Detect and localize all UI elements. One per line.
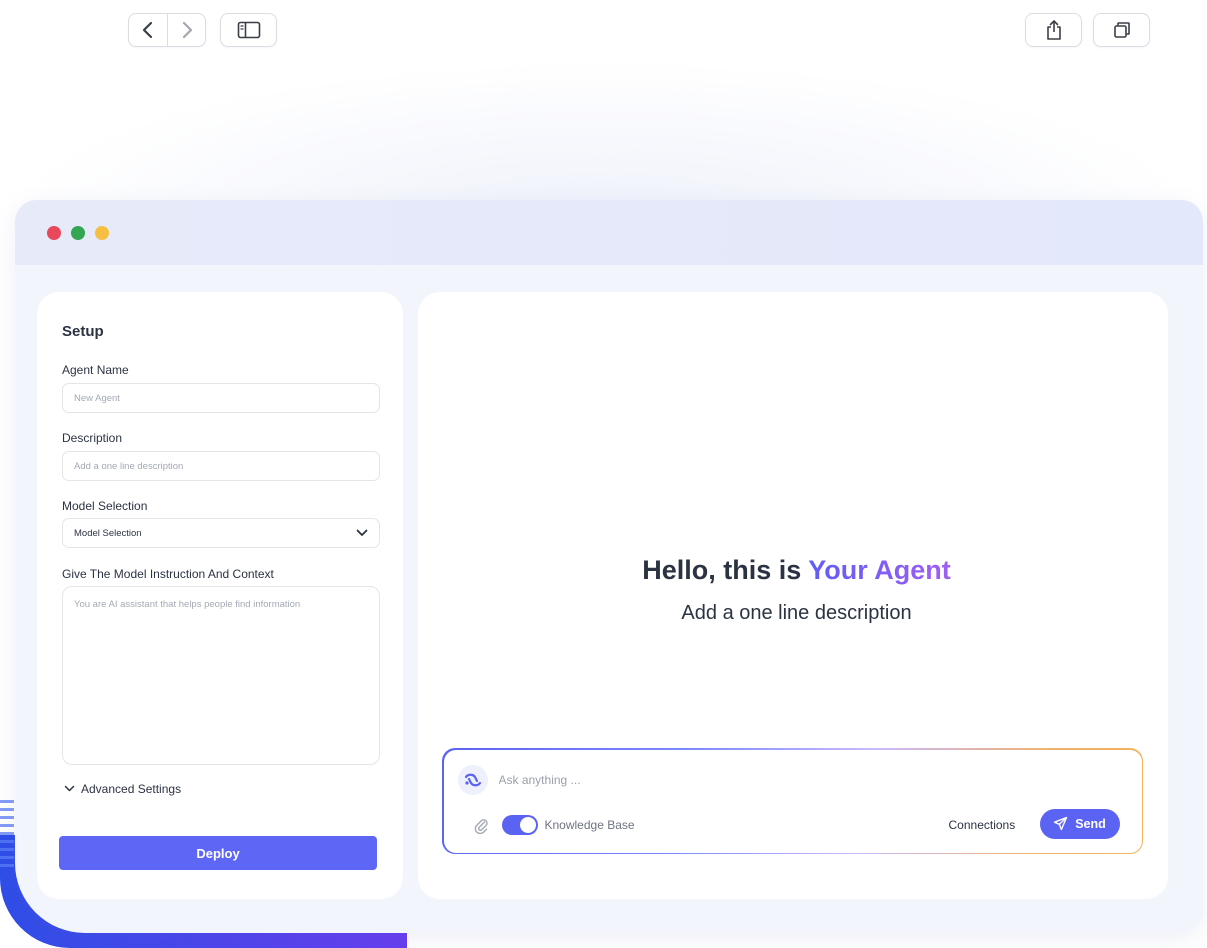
agent-logo-icon xyxy=(464,773,481,786)
knowledge-base-label: Knowledge Base xyxy=(544,817,635,832)
sidebar-toggle-icon xyxy=(237,21,260,39)
sidebar-toggle-button[interactable] xyxy=(220,13,277,47)
forward-button[interactable] xyxy=(167,14,205,46)
advanced-settings-label: Advanced Settings xyxy=(81,782,182,796)
window-titlebar xyxy=(15,200,1203,265)
send-label: Send xyxy=(1075,816,1106,831)
back-button[interactable] xyxy=(129,14,167,46)
window-close-button[interactable] xyxy=(47,225,61,240)
knowledge-base-toggle[interactable] xyxy=(501,814,538,835)
setup-panel: Setup Agent Name Description Model Selec… xyxy=(37,292,403,899)
attach-button[interactable] xyxy=(472,814,490,836)
agent-description: Add a one line description xyxy=(681,602,912,624)
share-button[interactable] xyxy=(1025,13,1082,47)
tabs-overview-button[interactable] xyxy=(1093,13,1150,47)
instructions-label: Give The Model Instruction And Context xyxy=(62,567,274,581)
ask-input[interactable] xyxy=(498,766,999,793)
chevron-right-icon xyxy=(182,21,192,39)
agent-name-input[interactable] xyxy=(62,383,380,413)
agent-name-label: Agent Name xyxy=(62,363,129,377)
description-input[interactable] xyxy=(62,451,380,481)
model-selection-value: Model Selection xyxy=(74,527,142,539)
deploy-button[interactable]: Deploy xyxy=(59,836,377,870)
decorative-stripes xyxy=(0,800,14,870)
send-button[interactable]: Send xyxy=(1039,808,1120,839)
agent-name-highlight: Your Agent xyxy=(808,555,951,585)
chat-panel: Hello, this is Your Agent Add a one line… xyxy=(418,292,1168,899)
greeting-prefix: Hello, this is xyxy=(642,555,809,585)
connections-button[interactable]: Connections xyxy=(949,818,1016,832)
history-nav xyxy=(128,13,206,47)
model-selection-label: Model Selection xyxy=(62,499,148,513)
chevron-down-icon xyxy=(356,529,368,536)
share-icon xyxy=(1046,20,1061,40)
setup-title: Setup xyxy=(62,323,104,340)
instructions-textarea[interactable] xyxy=(62,586,380,765)
greeting-heading: Hello, this is Your Agent xyxy=(418,555,1175,586)
app-window: Setup Agent Name Description Model Selec… xyxy=(15,200,1203,933)
agent-avatar xyxy=(457,764,488,795)
model-selection-dropdown[interactable]: Model Selection xyxy=(62,518,380,548)
description-label: Description xyxy=(62,431,123,445)
toggle-knob xyxy=(519,816,536,833)
window-minimize-button[interactable] xyxy=(95,225,109,240)
send-icon xyxy=(1054,816,1068,831)
chevron-left-icon xyxy=(142,21,153,39)
window-maximize-button[interactable] xyxy=(71,225,85,240)
chat-composer: Knowledge Base Connections Send xyxy=(442,748,1143,854)
paperclip-icon xyxy=(474,818,488,834)
tabs-overview-icon xyxy=(1113,22,1130,38)
chevron-down-icon xyxy=(64,785,75,792)
background-haze xyxy=(0,60,1207,220)
advanced-settings-toggle[interactable]: Advanced Settings xyxy=(64,782,181,796)
